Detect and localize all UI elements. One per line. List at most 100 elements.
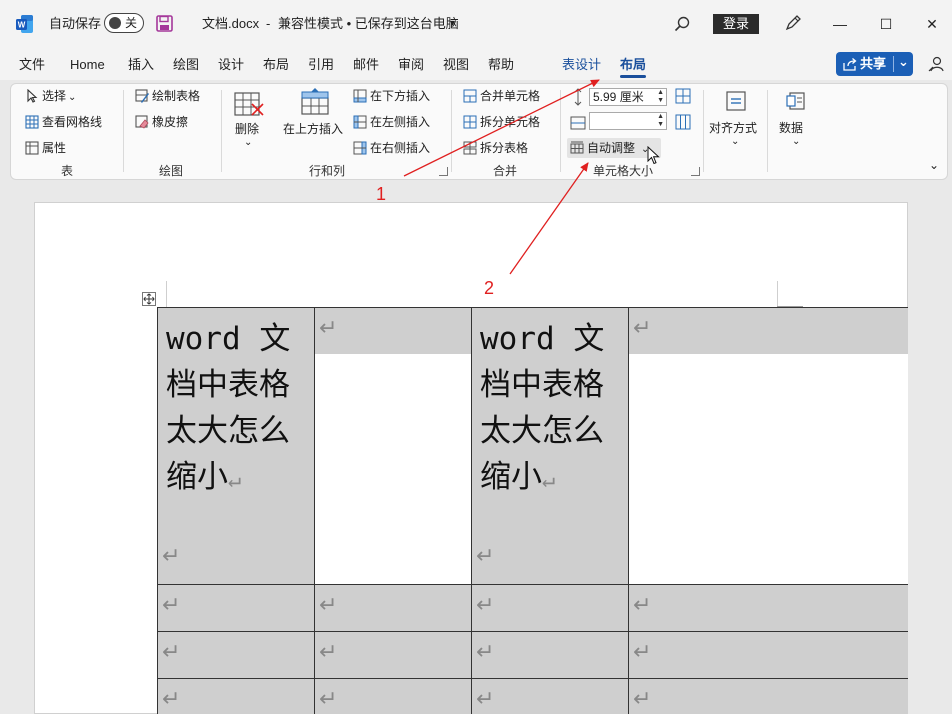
tab-review[interactable]: 审阅 [398,55,424,75]
spin-arrows-icon[interactable]: ▲ ▼ [657,113,664,129]
table-cell[interactable]: ↵ [314,307,471,584]
table-cell[interactable]: ↵ [628,584,908,631]
pen-icon[interactable] [784,14,802,32]
table-cell[interactable]: ↵ [471,631,628,678]
insert-left-label: 在左侧插入 [370,115,431,129]
cell-text: word 文档中表格太大怎么缩小↵ [480,321,605,495]
minimize-button[interactable]: — [828,12,852,36]
tab-help[interactable]: 帮助 [488,55,514,75]
table-cell[interactable]: ↵ [628,307,908,584]
tab-table-layout[interactable]: 布局 [620,55,647,78]
group-label-table: 表 [61,164,74,178]
ribbon-tabs: 文件 Home 插入 绘图 设计 布局 引用 邮件 审阅 视图 帮助 表设计 布… [0,48,952,80]
group-separator [767,90,768,172]
group-separator [221,90,222,172]
data-icon [786,92,805,110]
alignment-button[interactable]: 对齐方式 ⌄ [709,90,763,150]
data-chevron-down-icon: ⌄ [792,136,801,147]
table-cell[interactable]: ↵ [314,678,471,714]
tab-file[interactable]: 文件 [19,55,45,75]
delete-button[interactable]: 删除 ⌄ [231,88,267,150]
row-height-input[interactable]: 5.99 厘米 ▲ ▼ [589,88,667,106]
share-button[interactable]: 共享 ⌄ [836,52,913,76]
table-cell[interactable]: ↵ [157,631,314,678]
group-separator [703,90,704,172]
ribbon: 选择 ⌄ 查看网格线 属性 表 绘制表格 橡皮擦 绘图 删除 ⌄ 在上方插入 在… [10,83,948,180]
title-chevron-down-icon[interactable]: ▾ [450,13,455,35]
tab-view[interactable]: 视图 [443,55,469,75]
insert-left-button[interactable]: 在左侧插入 [353,114,430,130]
tab-design[interactable]: 设计 [218,55,244,75]
group-separator [560,90,561,172]
tab-home[interactable]: Home [70,55,105,75]
cell-highlight [629,308,908,354]
table-cell[interactable]: ↵ [628,631,908,678]
spin-arrows-icon[interactable]: ▲ ▼ [657,89,664,105]
table-cell[interactable]: word 文档中表格太大怎么缩小↵ ↵ [471,307,628,584]
close-button[interactable]: ✕ [920,12,944,36]
paragraph-mark: ↵ [633,640,652,665]
properties-icon [25,141,39,155]
share-chevron-down-icon[interactable]: ⌄ [898,50,909,74]
group-separator [451,90,452,172]
tab-references[interactable]: 引用 [308,55,334,75]
split-table-button[interactable]: 拆分表格 [463,140,528,156]
autosave-toggle[interactable]: 关 [104,13,144,33]
split-cells-icon [463,115,477,129]
word-logo-icon: W [16,15,33,33]
split-cells-button[interactable]: 拆分单元格 [463,114,540,130]
rows-columns-dialog-launcher[interactable] [439,167,448,176]
data-button[interactable]: 数据 ⌄ [779,90,815,150]
select-chevron-down-icon: ⌄ [68,92,77,103]
table-cell[interactable]: ↵ [471,584,628,631]
margin-mark [166,281,167,307]
tab-draw[interactable]: 绘图 [173,55,199,75]
column-width-input[interactable]: ▲ ▼ [589,112,667,130]
table-cell[interactable]: word 文档中表格太大怎么缩小↵ ↵ [157,307,314,584]
eraser-button[interactable]: 橡皮擦 [135,114,188,130]
paragraph-mark: ↵ [542,468,556,493]
insert-above-button[interactable]: 在上方插入 [283,88,349,138]
table-cell[interactable]: ↵ [471,678,628,714]
paragraph-mark: ↵ [476,544,495,569]
cell-text: word 文档中表格太大怎么缩小↵ [166,321,291,495]
tab-table-design[interactable]: 表设计 [562,55,601,75]
table-cell[interactable]: ↵ [157,584,314,631]
select-button[interactable]: 选择 ⌄ [25,88,76,106]
tab-layout[interactable]: 布局 [263,55,289,75]
paragraph-mark: ↵ [476,640,495,665]
cell-size-dialog-launcher[interactable] [691,167,700,176]
autosave-state: 关 [125,16,138,30]
ribbon-collapse-chevron-icon[interactable]: ⌄ [929,158,939,172]
share-label: 共享 [860,56,887,71]
split-cells-label: 拆分单元格 [480,115,541,129]
login-button[interactable]: 登录 [713,14,759,34]
properties-button[interactable]: 属性 [25,140,66,156]
table: word 文档中表格太大怎么缩小↵ ↵ ↵ word 文档中表格太大怎么缩小↵ … [157,307,908,714]
distribute-columns-icon[interactable] [675,114,691,130]
tab-insert[interactable]: 插入 [128,55,154,75]
table-cell[interactable]: ↵ [314,584,471,631]
tab-mailings[interactable]: 邮件 [353,55,379,75]
table-cell[interactable]: ↵ [628,678,908,714]
insert-right-button[interactable]: 在右侧插入 [353,140,430,156]
table-move-handle-icon[interactable] [142,292,156,306]
merge-cells-button[interactable]: 合并单元格 [463,88,540,104]
draw-table-icon [135,89,149,103]
comments-person-icon[interactable] [927,55,945,73]
table-cell[interactable]: ↵ [157,678,314,714]
draw-table-button[interactable]: 绘制表格 [135,88,200,104]
title-bar: W 自动保存 关 文档.docx - 兼容性模式 • 已保存到这台电脑 ▾ 登录… [0,0,952,48]
table-cell[interactable]: ↵ [314,631,471,678]
maximize-button[interactable]: ☐ [874,12,898,36]
search-icon[interactable] [674,16,690,32]
insert-above-label: 在上方插入 [283,122,344,136]
insert-below-button[interactable]: 在下方插入 [353,88,430,104]
doc-title: 文档.docx [202,16,260,31]
distribute-rows-icon[interactable] [675,88,691,104]
save-icon[interactable] [156,15,173,32]
svg-text:W: W [18,21,26,30]
view-gridlines-button[interactable]: 查看网格线 [25,114,102,130]
compat-status[interactable]: 兼容性模式 • 已保存到这台电脑 [278,13,459,35]
cursor-arrow-icon [27,89,38,103]
